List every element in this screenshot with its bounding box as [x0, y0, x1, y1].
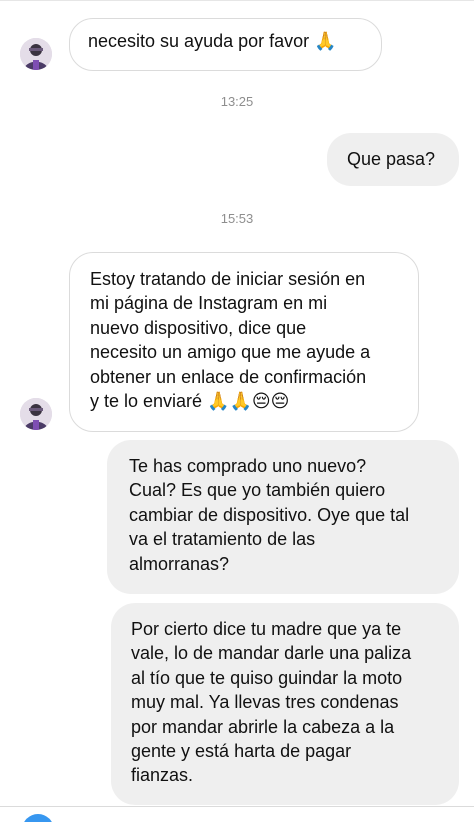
message-outgoing[interactable]: Que pasa?: [327, 133, 459, 186]
header-divider: [0, 0, 474, 1]
message-incoming[interactable]: Estoy tratando de iniciar sesión en mi p…: [69, 252, 419, 432]
avatar-image: [20, 38, 52, 70]
message-outgoing[interactable]: Por cierto dice tu madre que ya te vale,…: [111, 603, 459, 805]
contact-avatar[interactable]: [20, 398, 52, 430]
timestamp: 15:53: [220, 211, 254, 226]
message-incoming[interactable]: necesito su ayuda por favor 🙏: [69, 18, 382, 71]
contact-avatar[interactable]: [20, 38, 52, 70]
avatar-image: [20, 398, 52, 430]
timestamp: 13:25: [220, 94, 254, 109]
camera-icon[interactable]: [22, 814, 54, 822]
composer-border: [0, 806, 474, 807]
message-outgoing[interactable]: Te has comprado uno nuevo? Cual? Es que …: [107, 440, 459, 594]
message-composer[interactable]: [0, 806, 474, 822]
